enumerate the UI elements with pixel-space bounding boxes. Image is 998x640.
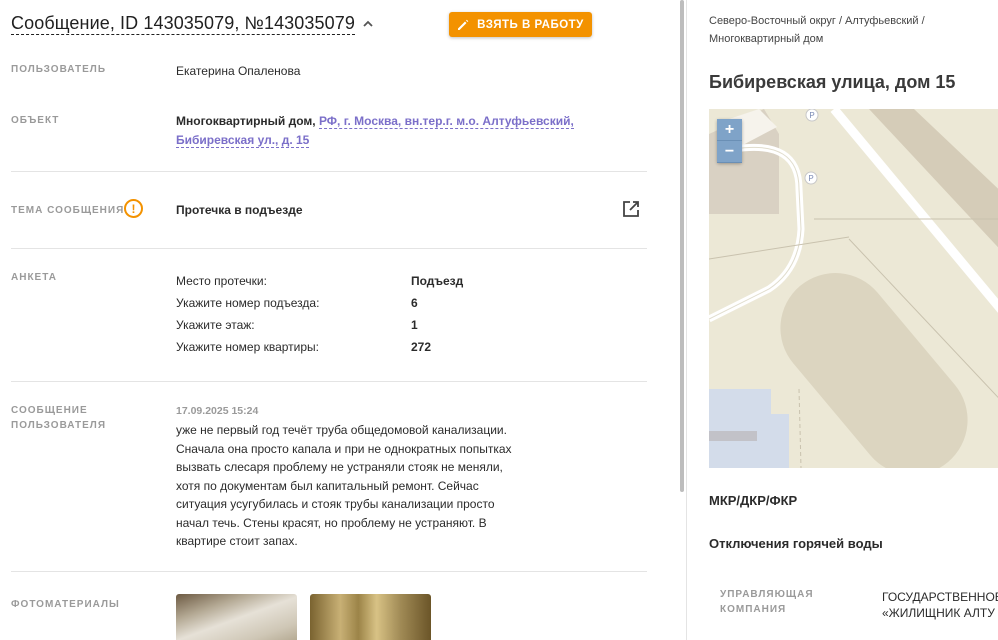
divider [11, 571, 647, 572]
anketa-row: Укажите этаж: 1 [176, 314, 506, 336]
message-label-line1: СООБЩЕНИЕ [11, 405, 88, 416]
take-to-work-label: ВЗЯТЬ В РАБОТУ [477, 18, 584, 31]
photo-thumbnail[interactable] [176, 594, 297, 640]
anketa-answer: 272 [411, 340, 432, 354]
management-company-value-line1: ГОСУДАРСТВЕННОЕ [882, 590, 998, 604]
topic-label: ТЕМА СООБЩЕНИЯ [11, 205, 125, 216]
capital-repair-link[interactable]: МКР/ДКР/ФКР [709, 493, 797, 508]
anketa-question: Место протечки: [176, 274, 267, 288]
anketa-question: Укажите номер квартиры: [176, 340, 320, 354]
divider [11, 381, 647, 382]
topic-value: Протечка в подъезде [176, 203, 303, 217]
hot-water-outage-link[interactable]: Отключения горячей воды [709, 536, 883, 551]
external-link-icon[interactable] [621, 199, 641, 219]
anketa-label: АНКЕТА [11, 272, 57, 283]
management-company-value-line2: «ЖИЛИЩНИК АЛТУ [882, 606, 995, 620]
management-company-label-line2: КОМПАНИЯ [720, 604, 787, 615]
anketa-row: Укажите номер квартиры: 272 [176, 336, 506, 358]
management-company-value: ГОСУДАРСТВЕННОЕ «ЖИЛИЩНИК АЛТУ [882, 589, 998, 621]
chevron-up-icon[interactable] [361, 17, 375, 31]
zoom-out-button[interactable]: − [717, 141, 742, 163]
scrollbar[interactable] [680, 0, 684, 492]
map[interactable]: P P + − [709, 109, 998, 468]
message-panel: Сообщение, ID 143035079, №143035079 ВЗЯТ… [0, 0, 672, 640]
management-company-label-line1: УПРАВЛЯЮЩАЯ [720, 589, 814, 600]
object-type: Многоквартирный дом, [176, 114, 316, 128]
page-header: Сообщение, ID 143035079, №143035079 [11, 12, 375, 35]
object-info-panel: Северо-Восточный округ / Алтуфьевский / … [686, 0, 998, 640]
address-title: Бибиревская улица, дом 15 [709, 72, 956, 92]
anketa-row: Укажите номер подъезда: 6 [176, 292, 506, 314]
message-date: 17.09.2025 15:24 [176, 405, 259, 417]
anketa-answer: Подъезд [411, 274, 464, 288]
breadcrumb-line2[interactable]: Многоквартирный дом [709, 30, 989, 48]
take-to-work-button[interactable]: ВЗЯТЬ В РАБОТУ [449, 12, 592, 37]
warning-icon: ! [124, 199, 143, 218]
photos-label: ФОТОМАТЕРИАЛЫ [11, 599, 120, 610]
zoom-in-button[interactable]: + [717, 119, 742, 141]
management-company-label: УПРАВЛЯЮЩАЯ КОМПАНИЯ [720, 587, 814, 617]
page-title[interactable]: Сообщение, ID 143035079, №143035079 [11, 12, 355, 35]
photo-thumbnail[interactable] [310, 594, 431, 640]
object-value: Многоквартирный дом, РФ, г. Москва, вн.т… [176, 112, 648, 150]
user-label: ПОЛЬЗОВАТЕЛЬ [11, 64, 107, 75]
svg-text:P: P [809, 111, 814, 120]
map-canvas: P P [709, 109, 998, 468]
map-zoom-controls: + − [717, 119, 742, 163]
breadcrumb: Северо-Восточный округ / Алтуфьевский / … [709, 12, 989, 48]
anketa-answer: 6 [411, 296, 418, 310]
anketa-question: Укажите этаж: [176, 318, 255, 332]
message-label-line2: ПОЛЬЗОВАТЕЛЯ [11, 420, 107, 431]
anketa-question: Укажите номер подъезда: [176, 296, 320, 310]
svg-text:P: P [808, 174, 813, 183]
message-text: уже не первый год течёт труба общедомово… [176, 423, 512, 548]
anketa-answer: 1 [411, 318, 418, 332]
pencil-icon [458, 19, 469, 30]
anketa-table: Место протечки: Подъезд Укажите номер по… [176, 270, 506, 358]
divider [11, 248, 647, 249]
divider [11, 171, 647, 172]
user-value: Екатерина Опаленова [176, 64, 301, 78]
object-label: ОБЪЕКТ [11, 115, 60, 126]
anketa-row: Место протечки: Подъезд [176, 270, 506, 292]
breadcrumb-line1[interactable]: Северо-Восточный округ / Алтуфьевский / [709, 12, 989, 30]
message-label: СООБЩЕНИЕ ПОЛЬЗОВАТЕЛЯ [11, 403, 106, 433]
